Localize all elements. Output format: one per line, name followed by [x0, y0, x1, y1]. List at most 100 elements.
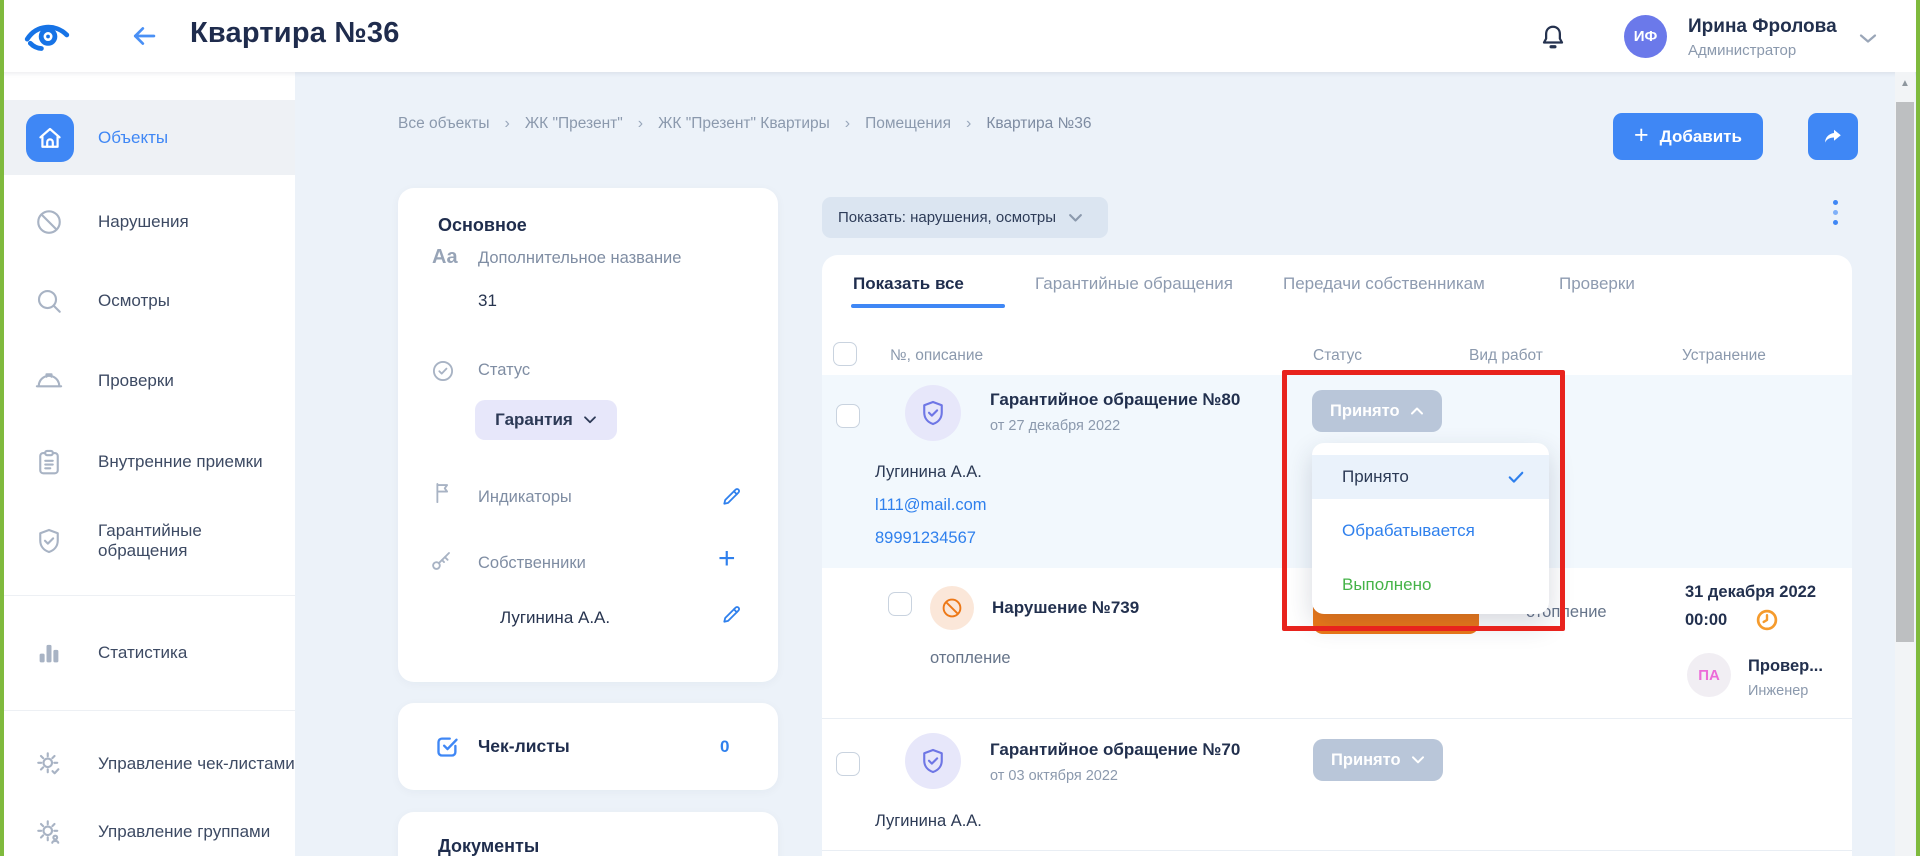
breadcrumb-item[interactable]: ЖК "Презент" — [525, 115, 623, 133]
breadcrumb-item[interactable]: Все объекты — [398, 115, 490, 133]
status-select[interactable]: Гарантия — [475, 400, 617, 440]
tab-warranty-claims[interactable]: Гарантийные обращения — [1035, 274, 1233, 294]
notification-bell-icon[interactable] — [1538, 22, 1568, 52]
share-button[interactable] — [1808, 113, 1858, 160]
sidebar-divider — [4, 595, 295, 596]
row-title[interactable]: Гарантийное обращение №70 — [990, 740, 1240, 760]
indicators-label: Индикаторы — [478, 488, 572, 507]
assignee-role: Инженер — [1748, 683, 1808, 699]
tab-inspections[interactable]: Проверки — [1559, 274, 1635, 294]
divider — [822, 718, 1852, 719]
breadcrumb-item[interactable]: Помещения — [865, 115, 951, 133]
top-header: Квартира №36 ИФ Ирина Фролова Администра… — [0, 0, 1920, 72]
divider — [822, 850, 1852, 851]
status-option-label: Обрабатывается — [1342, 521, 1475, 541]
plus-icon: + — [1634, 123, 1649, 148]
sidebar-item-label: Объекты — [98, 128, 168, 148]
column-header-resolution: Устранение — [1682, 347, 1766, 365]
tab-owner-transfers[interactable]: Передачи собственникам — [1283, 274, 1485, 294]
chevron-up-icon — [1410, 406, 1424, 416]
edit-indicators-pencil-icon[interactable] — [720, 484, 744, 508]
column-header-description: №, описание — [890, 347, 983, 365]
owners-label: Собственники — [478, 554, 586, 573]
status-select-value: Гарантия — [495, 410, 573, 430]
status-pill-label: Принято — [1330, 402, 1400, 421]
text-field-icon: Aa — [432, 246, 458, 269]
fix-date: 31 декабря 2022 — [1685, 583, 1816, 602]
flag-icon — [430, 480, 456, 506]
status-option-processing[interactable]: Обрабатывается — [1312, 509, 1549, 553]
app-logo-eye-icon — [22, 18, 72, 54]
breadcrumb-separator: › — [845, 115, 850, 133]
checkmark-icon — [1505, 467, 1527, 487]
show-filter-label: Показать: нарушения, осмотры — [838, 209, 1056, 226]
breadcrumb-separator: › — [505, 115, 510, 133]
sidebar-item-surveys[interactable]: Осмотры — [4, 263, 295, 339]
breadcrumb-separator: › — [638, 115, 643, 133]
extra-name-label: Дополнительное название — [478, 249, 681, 268]
chevron-down-icon — [1411, 755, 1425, 765]
status-pill-claim-80-open[interactable]: Принято — [1312, 390, 1442, 432]
row-title[interactable]: Нарушение №739 — [992, 598, 1139, 618]
row-title[interactable]: Гарантийное обращение №80 — [990, 390, 1240, 410]
sidebar-item-warranty-claims[interactable]: Гарантийные обращения — [4, 503, 295, 579]
search-icon — [34, 286, 64, 316]
sidebar-item-label: Проверки — [98, 371, 174, 391]
sidebar-item-checklist-management[interactable]: Управление чек-листами — [4, 726, 295, 802]
back-arrow-button[interactable] — [128, 22, 160, 50]
add-button-label: Добавить — [1660, 127, 1742, 147]
bar-chart-icon — [34, 638, 64, 668]
row-checkbox[interactable] — [888, 592, 912, 616]
fix-time: 00:00 — [1685, 611, 1727, 630]
breadcrumb-separator: › — [966, 115, 971, 133]
chevron-down-icon — [1068, 213, 1083, 223]
sidebar: Объекты Нарушения Осмотры Проверки — [4, 72, 295, 856]
scrollbar-thumb[interactable] — [1896, 102, 1914, 642]
hard-hat-icon — [34, 366, 64, 396]
page-title: Квартира №36 — [190, 17, 400, 50]
row-checkbox[interactable] — [836, 752, 860, 776]
sidebar-item-statistics[interactable]: Статистика — [4, 615, 295, 691]
assignee-name: Провер... — [1748, 657, 1823, 676]
select-all-checkbox[interactable] — [833, 342, 857, 366]
status-pill-claim-70[interactable]: Принято — [1313, 739, 1443, 781]
checklists-card[interactable]: Чек-листы 0 — [398, 703, 778, 790]
card-title: Основное — [438, 215, 527, 236]
violation-icon — [930, 586, 974, 630]
user-menu-chevron-down-icon[interactable] — [1858, 32, 1878, 46]
sidebar-item-internal-acceptances[interactable]: Внутренние приемки — [4, 424, 295, 500]
show-filter-dropdown[interactable]: Показать: нарушения, осмотры — [822, 197, 1108, 238]
owner-name: Лугинина А.А. — [875, 463, 982, 482]
owner-email-link[interactable]: l111@mail.com — [875, 496, 987, 515]
sidebar-divider — [4, 710, 295, 711]
status-circle-check-icon — [430, 358, 456, 384]
sidebar-item-objects[interactable]: Объекты — [4, 100, 295, 175]
documents-card: Документы — [398, 812, 778, 856]
row-date: от 27 декабря 2022 — [990, 418, 1120, 434]
scrollbar-up-arrow[interactable]: ▲ — [1895, 78, 1915, 89]
warranty-claim-icon — [905, 733, 961, 789]
sidebar-item-group-management[interactable]: Управление группами — [4, 794, 295, 856]
status-pill-label: Принято — [1331, 751, 1401, 770]
edit-owner-pencil-icon[interactable] — [720, 602, 744, 626]
column-header-status: Статус — [1313, 347, 1362, 365]
add-button[interactable]: + Добавить — [1613, 113, 1763, 160]
user-initials: ИФ — [1634, 28, 1658, 45]
tab-show-all[interactable]: Показать все — [853, 274, 964, 294]
sidebar-item-label: Статистика — [98, 643, 187, 663]
row-checkbox[interactable] — [836, 404, 860, 428]
status-option-done[interactable]: Выполнено — [1312, 563, 1549, 607]
main-info-card: Основное Aa Дополнительное название 31 С… — [398, 188, 778, 682]
user-avatar[interactable]: ИФ — [1624, 15, 1667, 58]
sidebar-item-violations[interactable]: Нарушения — [4, 184, 295, 260]
add-owner-button[interactable]: + — [718, 544, 736, 574]
owner-phone-link[interactable]: 89991234567 — [875, 529, 976, 548]
active-tab-underline — [851, 304, 1005, 308]
breadcrumb-item[interactable]: ЖК "Презент" Квартиры — [658, 115, 830, 133]
documents-title: Документы — [438, 836, 539, 856]
share-forward-icon — [1820, 125, 1846, 149]
status-option-accepted[interactable]: Принято — [1312, 455, 1549, 499]
warranty-claim-icon — [905, 385, 961, 441]
more-options-button[interactable] — [1833, 200, 1839, 230]
sidebar-item-checks[interactable]: Проверки — [4, 343, 295, 419]
